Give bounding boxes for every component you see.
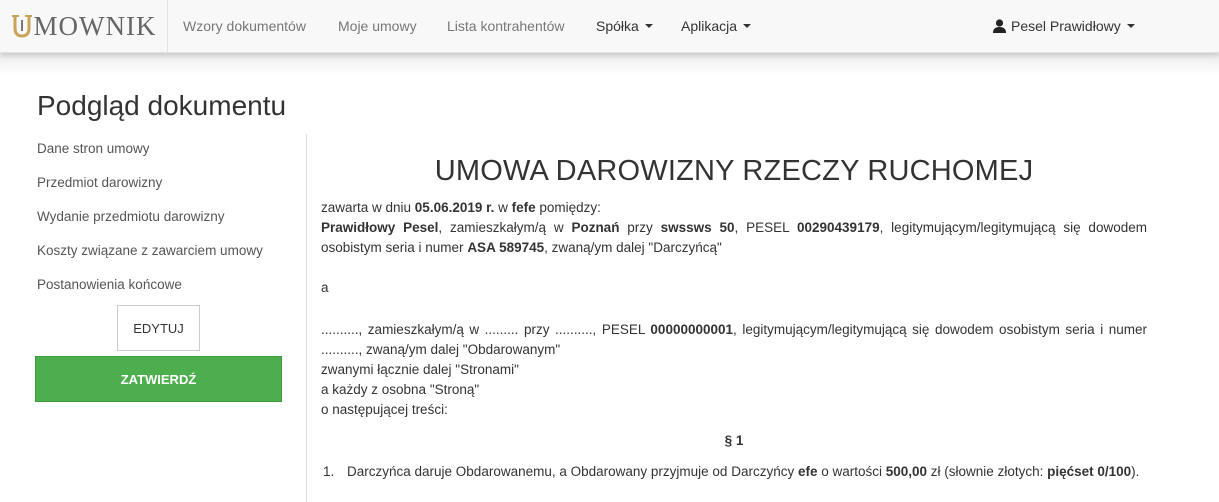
text: pomiędzy:	[535, 200, 601, 215]
text: zawarta w dniu	[321, 200, 415, 215]
list-item: 1. Darczyńca daruje Obdarowanemu, a Obda…	[323, 462, 1147, 482]
user-menu-dropdown[interactable]: Pesel Prawidłowy	[993, 0, 1135, 52]
caret-down-icon	[1126, 24, 1135, 28]
text: , zamieszkałym/ą w	[438, 220, 572, 235]
user-name: Pesel Prawidłowy	[1011, 18, 1121, 34]
contract-place: fefe	[511, 200, 536, 215]
donor-name: Prawidłowy Pesel	[321, 220, 439, 235]
text: .........., zamieszkałym/ą w ......... p…	[321, 322, 651, 337]
gift-value-words: pięćset 0/100	[1047, 464, 1132, 479]
document-parties-paragraph: zawarta w dniu 05.06.2019 r. w fefe pomi…	[321, 198, 1147, 258]
sidebar-nav: Dane stron umowy Przedmiot darowizny Wyd…	[37, 136, 297, 306]
section-heading: § 1	[724, 433, 744, 448]
text: zwanymi łącznie dalej "Stronami"	[321, 362, 519, 377]
page-title: Podgląd dokumentu	[37, 90, 287, 121]
text: , PESEL	[734, 220, 797, 235]
text: zł (słownie złotych:	[927, 464, 1048, 479]
confirm-button[interactable]: ZATWIERDŹ	[35, 356, 282, 402]
edit-button[interactable]: EDYTUJ	[117, 305, 200, 351]
user-icon	[993, 19, 1006, 33]
brand-logo[interactable]: MOWNIK	[0, 0, 168, 52]
nav-label: Aplikacja	[681, 18, 738, 34]
document-preview: UMOWA DAROWIZNY RZECZY RUCHOMEJ zawarta …	[321, 150, 1147, 479]
content-divider	[306, 134, 307, 502]
document-recipient-paragraph: .........., zamieszkałym/ą w ......... p…	[321, 320, 1147, 420]
nav-lista-kontrahentow[interactable]: Lista kontrahentów	[447, 0, 565, 52]
top-navbar: MOWNIK Wzory dokumentów Moje umowy Lista…	[0, 0, 1219, 53]
nav-label: Lista kontrahentów	[447, 18, 565, 34]
brand-text: MOWNIK	[33, 10, 157, 41]
text: a każdy z osobna "Stroną"	[321, 382, 480, 397]
text: o wartości	[817, 464, 886, 479]
gift-value: 500,00	[885, 464, 928, 479]
nav-label: Spółka	[596, 18, 639, 34]
header-band	[0, 53, 1219, 75]
donor-city: Poznań	[571, 220, 620, 235]
text: Darczyńca daruje Obdarowanemu, a Obdarow…	[347, 464, 798, 479]
gift-item: efe	[797, 464, 818, 479]
sidebar-item-koszty[interactable]: Koszty związane z zawarciem umowy	[37, 238, 297, 272]
text: ).	[1131, 464, 1140, 479]
donor-street: swssws 50	[660, 220, 735, 235]
nav-label: Moje umowy	[338, 18, 417, 34]
text: w	[494, 200, 512, 215]
sidebar-item-przedmiot[interactable]: Przedmiot darowizny	[37, 170, 297, 204]
text: o następującej treści:	[321, 402, 448, 417]
caret-down-icon	[644, 24, 653, 28]
sidebar-item-postanowienia[interactable]: Postanowienia końcowe	[37, 272, 297, 306]
text: , zwaną/ym dalej "Darczyńcą"	[544, 240, 722, 255]
nav-label: Wzory dokumentów	[183, 18, 306, 34]
recipient-pesel: 00000000001	[650, 322, 734, 337]
sidebar-item-wydanie[interactable]: Wydanie przedmiotu darowizny	[37, 204, 297, 238]
nav-spolka-dropdown[interactable]: Spółka	[596, 0, 653, 52]
document-title: UMOWA DAROWIZNY RZECZY RUCHOMEJ	[434, 155, 1034, 187]
text: przy	[619, 220, 661, 235]
contract-date: 05.06.2019 r.	[414, 200, 495, 215]
nav-wzory-dokumentow[interactable]: Wzory dokumentów	[183, 0, 306, 52]
caret-down-icon	[743, 24, 752, 28]
nav-moje-umowy[interactable]: Moje umowy	[338, 0, 417, 52]
donor-pesel: 00290439179	[797, 220, 880, 235]
list-number: 1.	[323, 464, 335, 479]
document-and: a	[321, 280, 329, 295]
nav-aplikacja-dropdown[interactable]: Aplikacja	[681, 0, 752, 52]
donor-id-number: ASA 589745	[467, 240, 545, 255]
brand-u-icon	[11, 15, 32, 38]
sidebar-item-dane-stron[interactable]: Dane stron umowy	[37, 136, 297, 170]
